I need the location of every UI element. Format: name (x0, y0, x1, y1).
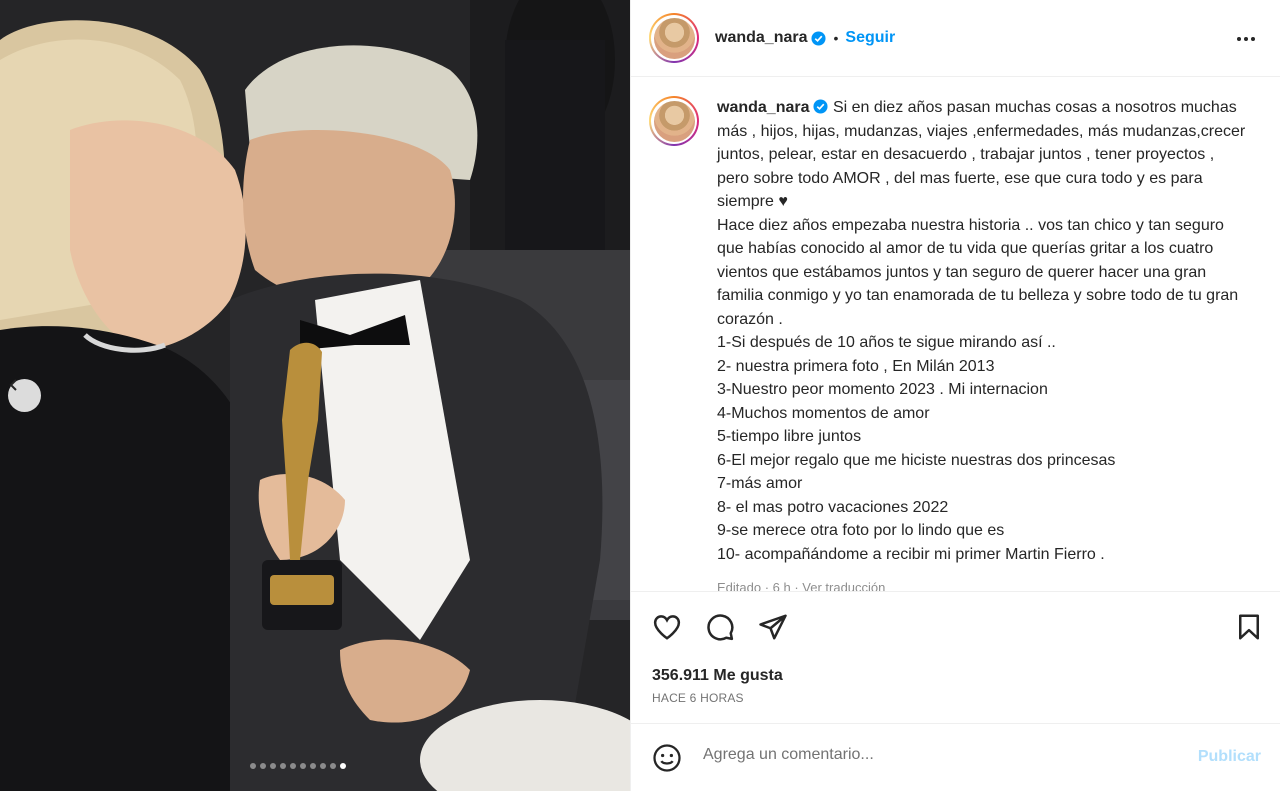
post-photo[interactable] (0, 0, 630, 791)
caption-line: 10- acompañándome a recibir mi primer Ma… (717, 545, 1105, 563)
chevron-left-icon (9, 379, 17, 391)
carousel-dot-active[interactable] (340, 763, 346, 769)
emoji-icon[interactable] (652, 743, 682, 773)
caption-line: 7-más amor (717, 475, 803, 492)
verified-badge-icon (813, 99, 829, 114)
avatar[interactable] (649, 13, 699, 63)
caption-line: 1-Si después de 10 años te sigue mirando… (717, 334, 1056, 351)
follow-button[interactable]: Seguir (845, 29, 895, 47)
carousel-dot[interactable] (280, 763, 286, 769)
comment-row: Publicar (631, 723, 1280, 791)
bookmark-icon[interactable] (1234, 612, 1264, 642)
comment-input[interactable] (703, 746, 1183, 764)
carousel-dot[interactable] (260, 763, 266, 769)
caption-line: 6-El mejor regalo que me hiciste nuestra… (717, 451, 1116, 469)
header-username[interactable]: wanda_nara (715, 29, 807, 47)
carousel-dots (250, 763, 346, 769)
caption-line: 9-se merece otra foto por lo lindo que e… (717, 522, 1005, 539)
post-header: wanda_nara • Seguir (631, 0, 1280, 77)
action-bar (631, 591, 1280, 661)
caption-line: 3-Nuestro peor momento 2023 . Mi interna… (717, 381, 1048, 398)
carousel-dot[interactable] (320, 763, 326, 769)
post-time[interactable]: HACE 6 HORAS (652, 691, 744, 705)
verified-badge-icon (811, 30, 827, 46)
caption-avatar[interactable] (649, 96, 699, 146)
carousel-dot[interactable] (270, 763, 276, 769)
photo-illustration (0, 0, 630, 791)
caption-line: 5-tiempo libre juntos (717, 428, 862, 445)
carousel-dot[interactable] (290, 763, 296, 769)
more-options-icon[interactable] (1235, 28, 1257, 50)
carousel-dot[interactable] (310, 763, 316, 769)
carousel-dot[interactable] (250, 763, 256, 769)
carousel-dot[interactable] (330, 763, 336, 769)
heart-icon[interactable] (652, 612, 682, 642)
carousel-dot[interactable] (300, 763, 306, 769)
comment-icon[interactable] (705, 612, 735, 642)
likes-count[interactable]: 356.911 Me gusta (652, 667, 783, 685)
carousel-prev-button[interactable] (8, 379, 41, 412)
publish-button[interactable]: Publicar (1198, 748, 1261, 766)
send-icon[interactable] (758, 612, 788, 642)
post-panel: wanda_nara • Seguir wanda_nara Si en die… (630, 0, 1280, 791)
caption-username[interactable]: wanda_nara (717, 99, 809, 116)
caption-area: wanda_nara Si en diez años pasan muchas … (631, 78, 1280, 591)
caption-line: 2- nuestra primera foto , En Milán 2013 (717, 357, 995, 375)
header-separator: • (833, 30, 839, 46)
caption-line: 4-Muchos momentos de amor (717, 404, 930, 422)
caption-line: Hace diez años empezaba nuestra historia… (717, 216, 1243, 328)
caption-text: wanda_nara Si en diez años pasan muchas … (717, 96, 1247, 591)
caption-line: 8- el mas potro vacaciones 2022 (717, 498, 949, 516)
